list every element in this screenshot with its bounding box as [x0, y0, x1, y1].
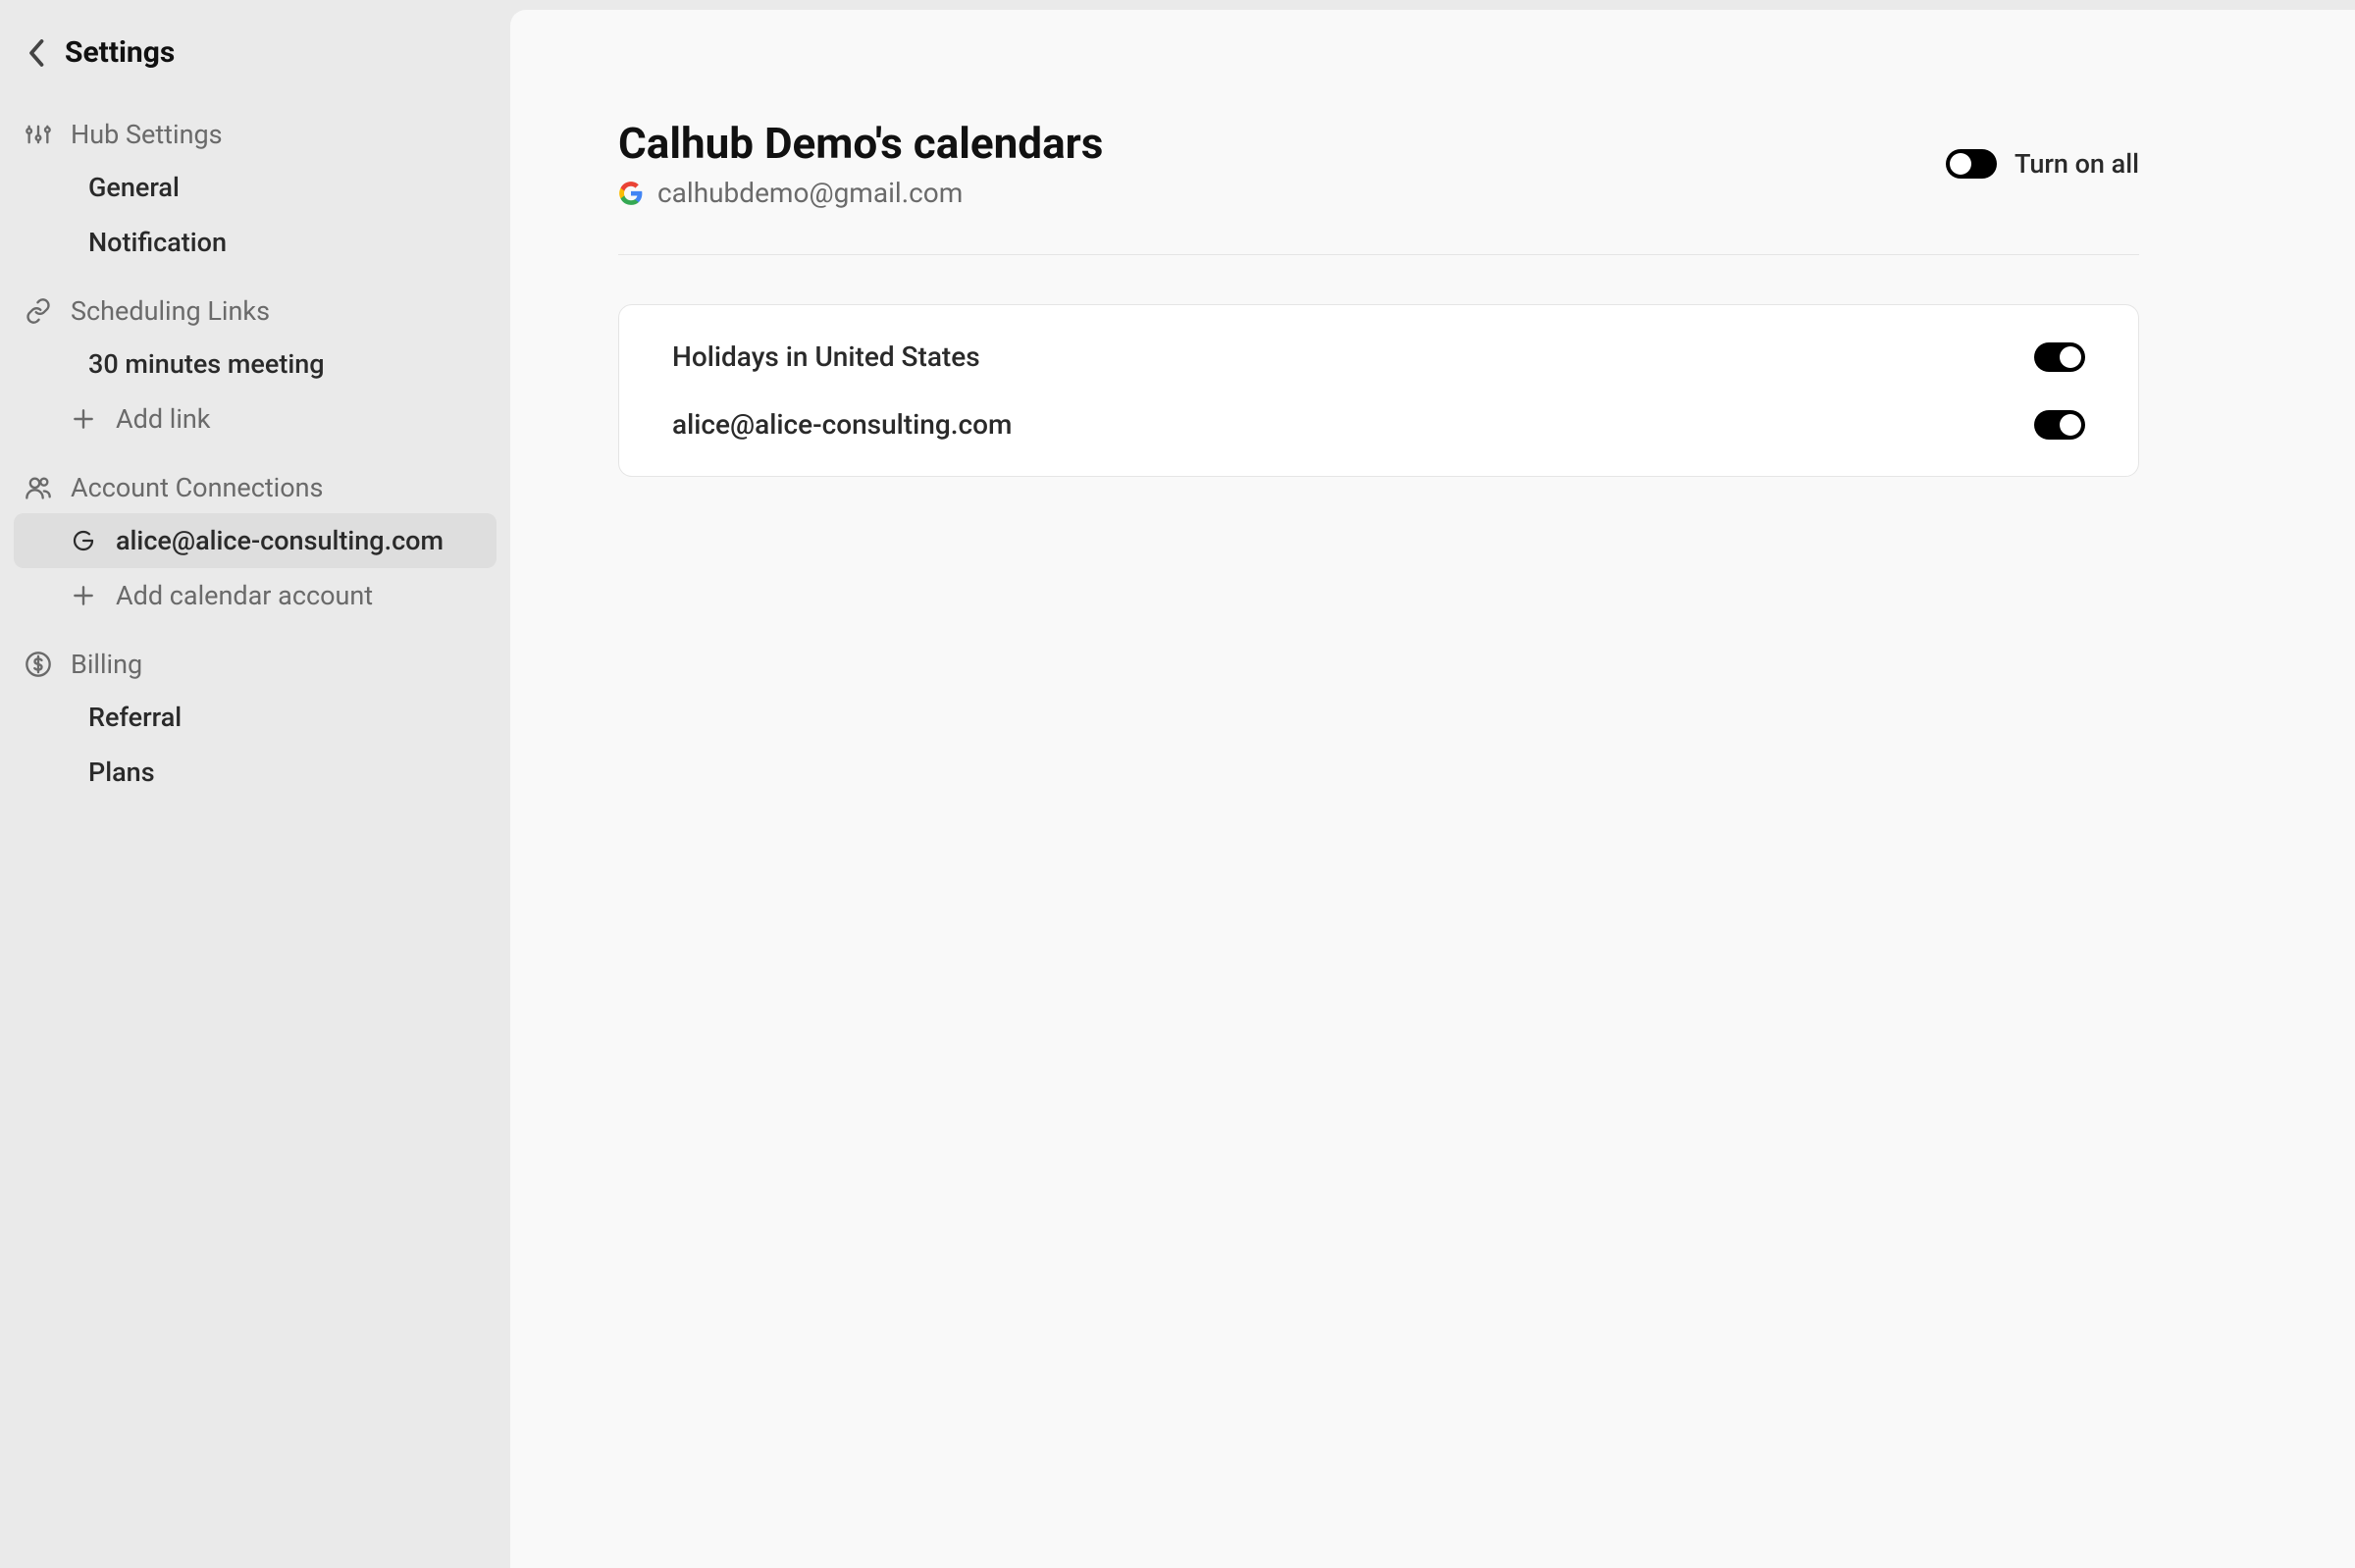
plus-icon	[69, 581, 98, 610]
calendar-toggle-holidays[interactable]	[2034, 342, 2085, 372]
turn-on-all-toggle[interactable]	[1946, 149, 1997, 179]
account-email: calhubdemo@gmail.com	[657, 177, 963, 209]
calendar-label: Holidays in United States	[672, 340, 980, 373]
dollar-icon	[24, 650, 53, 679]
sidebar-section-billing: Billing Referral Plans	[14, 639, 497, 800]
turn-on-all: Turn on all	[1946, 148, 2139, 180]
sidebar-item-account-alice[interactable]: alice@alice-consulting.com	[14, 513, 497, 568]
sidebar-item-label: 30 minutes meeting	[88, 348, 325, 380]
page-title-block: Calhub Demo's calendars calhubdemo@gmail…	[618, 118, 1103, 209]
turn-on-all-label: Turn on all	[2015, 148, 2139, 180]
sliders-icon	[24, 120, 53, 149]
calendar-label: alice@alice-consulting.com	[672, 408, 1012, 441]
sidebar-item-add-link[interactable]: Add link	[14, 392, 497, 446]
sidebar: Settings Hub Settings General Notificati…	[0, 0, 510, 1568]
plus-icon	[69, 404, 98, 434]
sidebar-item-label: General	[88, 172, 180, 203]
page-header: Calhub Demo's calendars calhubdemo@gmail…	[618, 118, 2139, 255]
back-button[interactable]	[24, 39, 51, 67]
sidebar-item-plans[interactable]: Plans	[14, 745, 497, 800]
sidebar-item-label: Add calendar account	[116, 580, 373, 611]
link-icon	[24, 296, 53, 326]
scheduling-links-label: Scheduling Links	[14, 286, 497, 337]
sidebar-item-label: Notification	[88, 227, 227, 258]
sidebar-item-label: Add link	[116, 403, 211, 435]
settings-title: Settings	[65, 35, 175, 70]
account-email-row: calhubdemo@gmail.com	[618, 177, 1103, 209]
calendar-row: Holidays in United States	[619, 323, 2138, 391]
main-content: Calhub Demo's calendars calhubdemo@gmail…	[510, 10, 2355, 1568]
sidebar-item-label: alice@alice-consulting.com	[116, 525, 444, 556]
sidebar-item-add-calendar-account[interactable]: Add calendar account	[14, 568, 497, 623]
chevron-left-icon	[27, 38, 47, 68]
billing-label: Billing	[14, 639, 497, 690]
sidebar-item-label: Referral	[88, 702, 182, 733]
users-icon	[24, 473, 53, 502]
sidebar-item-30min-meeting[interactable]: 30 minutes meeting	[14, 337, 497, 392]
hub-settings-label: Hub Settings	[14, 109, 497, 160]
google-icon	[69, 526, 98, 555]
sidebar-header: Settings	[14, 27, 497, 93]
page-title: Calhub Demo's calendars	[618, 118, 1103, 169]
sidebar-section-hub: Hub Settings General Notification	[14, 109, 497, 270]
sidebar-item-general[interactable]: General	[14, 160, 497, 215]
calendars-card: Holidays in United States alice@alice-co…	[618, 304, 2139, 477]
sidebar-item-referral[interactable]: Referral	[14, 690, 497, 745]
google-logo-icon	[618, 181, 644, 206]
sidebar-section-accounts: Account Connections alice@alice-consulti…	[14, 462, 497, 623]
account-connections-label: Account Connections	[14, 462, 497, 513]
sidebar-section-scheduling: Scheduling Links 30 minutes meeting Add …	[14, 286, 497, 446]
sidebar-item-notification[interactable]: Notification	[14, 215, 497, 270]
sidebar-item-label: Plans	[88, 757, 155, 788]
calendar-row: alice@alice-consulting.com	[619, 391, 2138, 458]
calendar-toggle-alice[interactable]	[2034, 410, 2085, 440]
